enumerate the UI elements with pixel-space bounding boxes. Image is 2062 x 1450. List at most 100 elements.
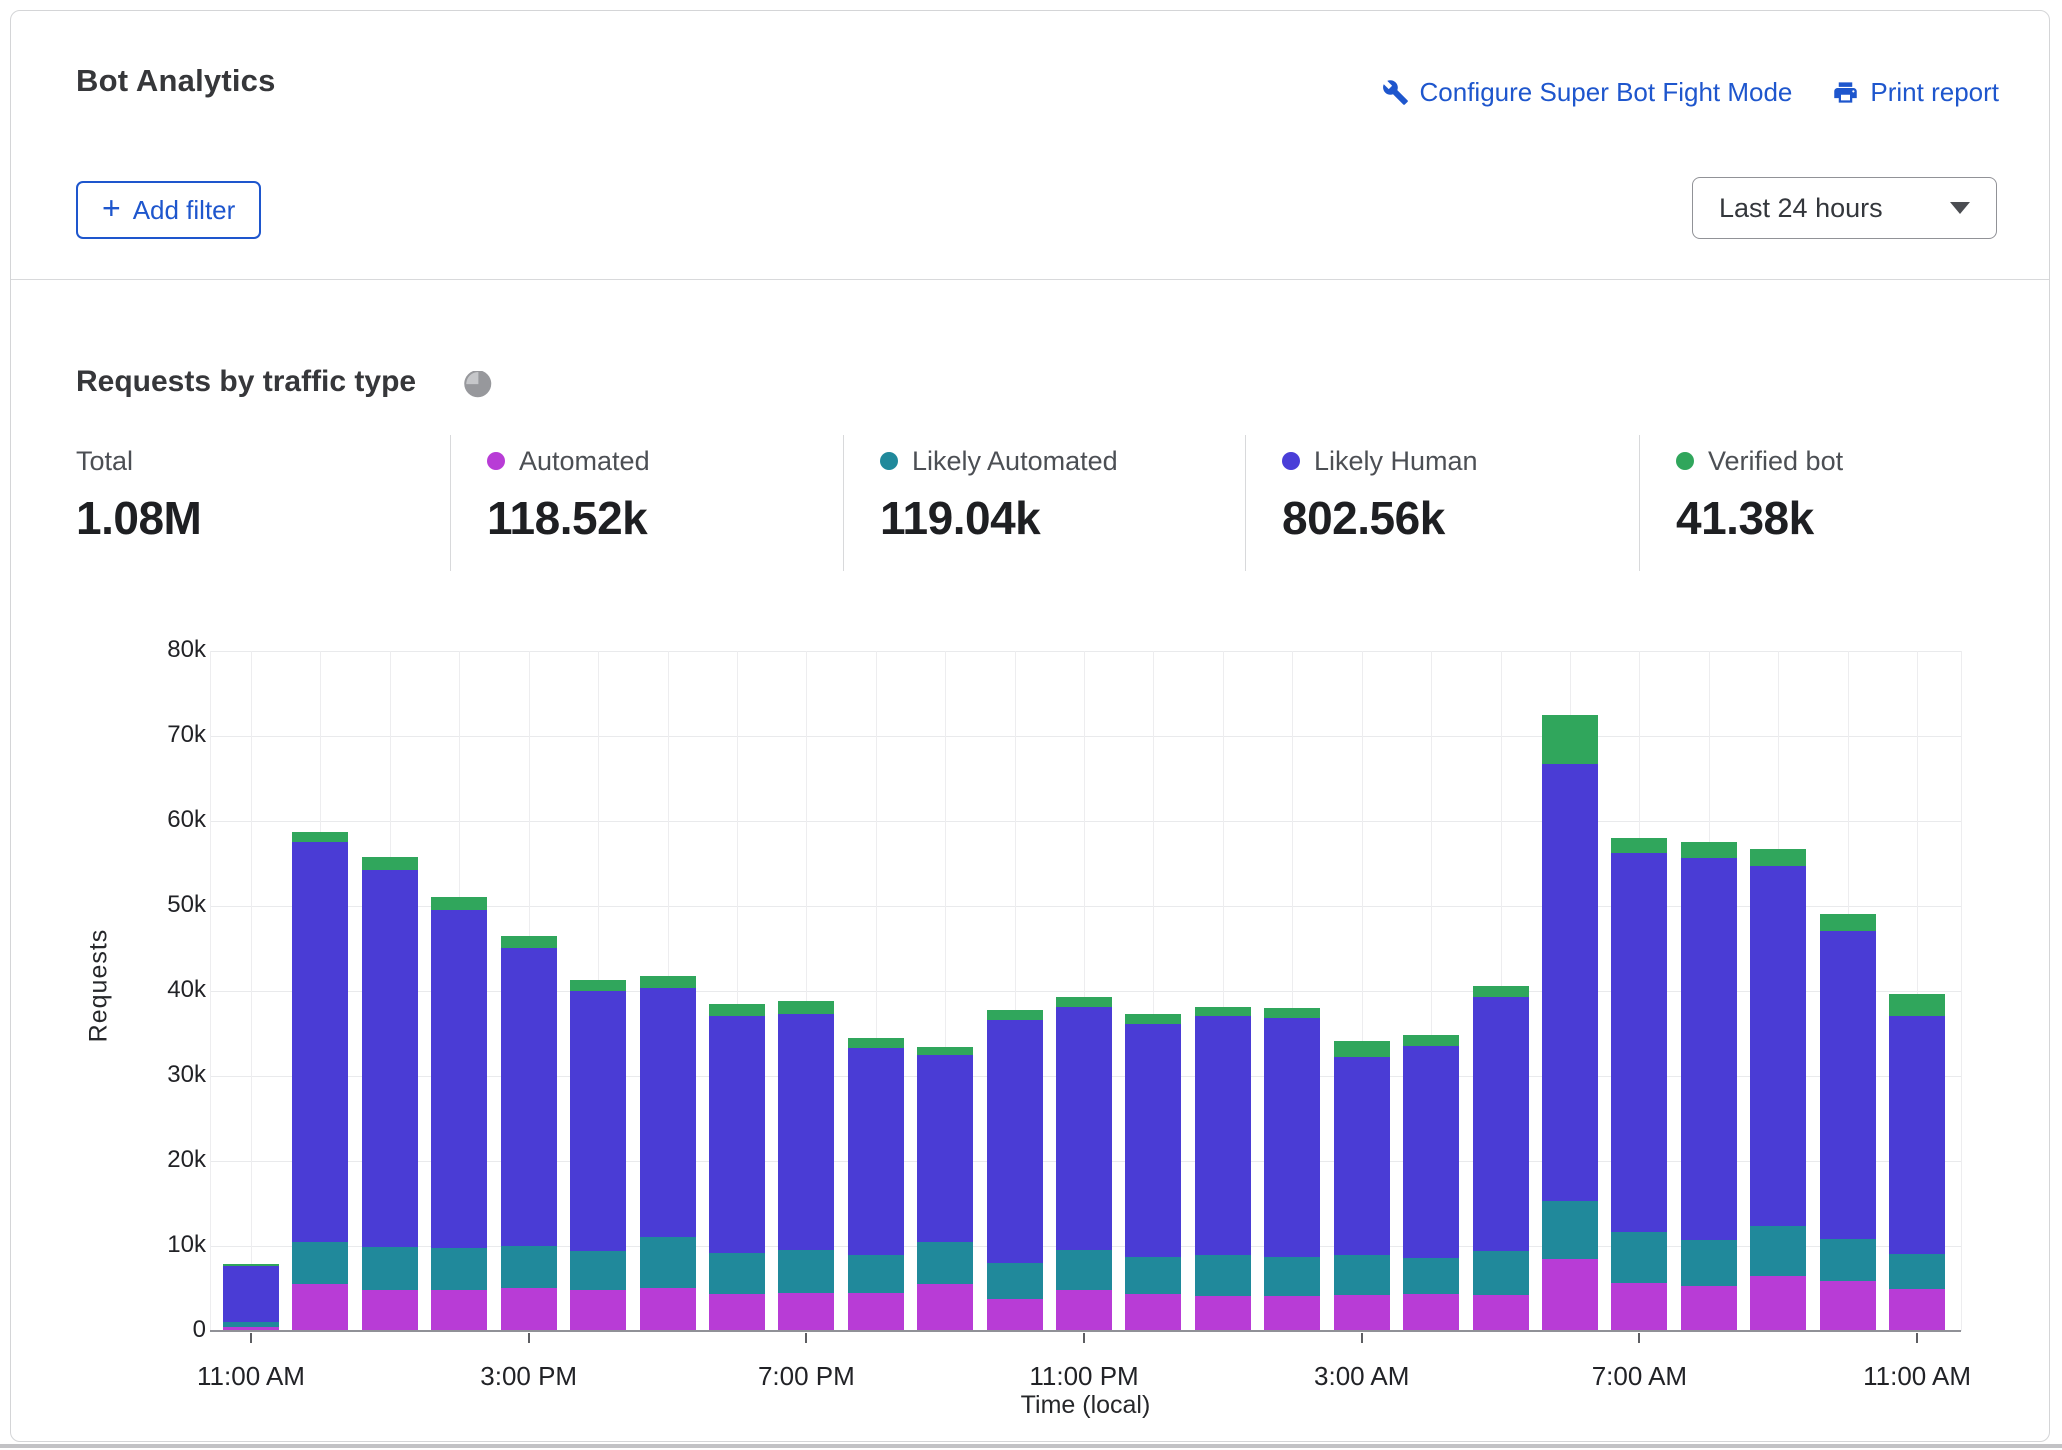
bar-segment-likely-human[interactable] xyxy=(1264,1018,1320,1257)
bar-segment-automated[interactable] xyxy=(1889,1289,1945,1330)
bar-segment-likely-automated[interactable] xyxy=(640,1237,696,1287)
bar-segment-likely-automated[interactable] xyxy=(1334,1255,1390,1295)
stacked-bar[interactable] xyxy=(778,1001,834,1330)
bar-segment-likely-human[interactable] xyxy=(1889,1016,1945,1254)
bar-segment-verified-bot[interactable] xyxy=(917,1047,973,1056)
bar-segment-likely-automated[interactable] xyxy=(1889,1254,1945,1289)
bar-segment-automated[interactable] xyxy=(1334,1295,1390,1330)
stacked-bar[interactable] xyxy=(292,832,348,1330)
bar-segment-likely-automated[interactable] xyxy=(1195,1255,1251,1295)
bar-segment-automated[interactable] xyxy=(987,1299,1043,1330)
stacked-bar[interactable] xyxy=(223,1264,279,1330)
bar-segment-automated[interactable] xyxy=(848,1293,904,1330)
stat-likely-human[interactable]: Likely Human 802.56k xyxy=(1245,435,1639,571)
bar-segment-likely-human[interactable] xyxy=(709,1016,765,1252)
bar-segment-verified-bot[interactable] xyxy=(987,1010,1043,1020)
bar-segment-likely-human[interactable] xyxy=(1125,1024,1181,1257)
bar-segment-automated[interactable] xyxy=(1403,1294,1459,1330)
bar-segment-automated[interactable] xyxy=(1750,1276,1806,1330)
bar-segment-automated[interactable] xyxy=(1820,1281,1876,1330)
bar-segment-likely-human[interactable] xyxy=(431,910,487,1248)
bar-segment-verified-bot[interactable] xyxy=(848,1038,904,1048)
bar-segment-automated[interactable] xyxy=(917,1284,973,1330)
stacked-bar[interactable] xyxy=(1889,994,1945,1330)
stat-verified-bot[interactable]: Verified bot 41.38k xyxy=(1639,435,2051,571)
stacked-bar[interactable] xyxy=(987,1010,1043,1330)
bar-segment-likely-human[interactable] xyxy=(917,1055,973,1242)
stacked-bar[interactable] xyxy=(917,1047,973,1330)
bar-segment-likely-automated[interactable] xyxy=(362,1247,418,1290)
bar-segment-likely-human[interactable] xyxy=(1750,866,1806,1226)
bar-segment-automated[interactable] xyxy=(501,1288,557,1331)
stat-likely-automated[interactable]: Likely Automated 119.04k xyxy=(843,435,1245,571)
add-filter-button[interactable]: + Add filter xyxy=(76,181,261,239)
bar-segment-automated[interactable] xyxy=(778,1293,834,1330)
bar-segment-verified-bot[interactable] xyxy=(1611,838,1667,853)
stacked-bar[interactable] xyxy=(1403,1035,1459,1330)
configure-super-bot-fight-mode-link[interactable]: Configure Super Bot Fight Mode xyxy=(1382,77,1793,108)
bar-segment-verified-bot[interactable] xyxy=(292,832,348,842)
stacked-bar[interactable] xyxy=(1125,1014,1181,1330)
bar-segment-likely-automated[interactable] xyxy=(778,1250,834,1293)
bar-segment-likely-automated[interactable] xyxy=(1403,1258,1459,1295)
bar-segment-likely-automated[interactable] xyxy=(1820,1239,1876,1281)
bar-segment-automated[interactable] xyxy=(1681,1286,1737,1330)
bar-segment-likely-human[interactable] xyxy=(1820,931,1876,1239)
bar-segment-automated[interactable] xyxy=(223,1327,279,1330)
bar-segment-automated[interactable] xyxy=(431,1290,487,1330)
bar-segment-likely-human[interactable] xyxy=(1681,858,1737,1240)
bar-segment-verified-bot[interactable] xyxy=(1334,1041,1390,1057)
bar-segment-likely-human[interactable] xyxy=(292,842,348,1242)
bar-segment-likely-human[interactable] xyxy=(501,948,557,1246)
bar-segment-likely-human[interactable] xyxy=(1056,1007,1112,1249)
bar-segment-automated[interactable] xyxy=(1264,1296,1320,1330)
bar-segment-likely-automated[interactable] xyxy=(501,1246,557,1288)
bar-segment-verified-bot[interactable] xyxy=(570,980,626,991)
bar-segment-verified-bot[interactable] xyxy=(1681,842,1737,858)
bar-segment-likely-automated[interactable] xyxy=(292,1242,348,1284)
bar-segment-verified-bot[interactable] xyxy=(1125,1014,1181,1024)
bar-segment-likely-automated[interactable] xyxy=(1056,1250,1112,1290)
bar-segment-automated[interactable] xyxy=(709,1294,765,1330)
bar-segment-verified-bot[interactable] xyxy=(640,976,696,989)
stacked-bar[interactable] xyxy=(1334,1041,1390,1330)
stacked-bar[interactable] xyxy=(1056,997,1112,1330)
bar-segment-likely-human[interactable] xyxy=(223,1266,279,1322)
bar-segment-verified-bot[interactable] xyxy=(1403,1035,1459,1046)
bar-segment-likely-automated[interactable] xyxy=(570,1251,626,1290)
bar-segment-likely-automated[interactable] xyxy=(1750,1226,1806,1276)
bar-segment-likely-automated[interactable] xyxy=(917,1242,973,1284)
bar-segment-verified-bot[interactable] xyxy=(362,857,418,871)
bar-segment-verified-bot[interactable] xyxy=(709,1004,765,1017)
bar-segment-likely-human[interactable] xyxy=(362,870,418,1247)
stacked-bar[interactable] xyxy=(1195,1007,1251,1330)
bar-segment-likely-human[interactable] xyxy=(570,991,626,1251)
bar-segment-automated[interactable] xyxy=(1195,1296,1251,1330)
bar-segment-likely-human[interactable] xyxy=(987,1020,1043,1263)
bar-segment-verified-bot[interactable] xyxy=(778,1001,834,1014)
stacked-bar[interactable] xyxy=(501,936,557,1330)
bar-segment-likely-automated[interactable] xyxy=(1611,1232,1667,1283)
print-report-link[interactable]: Print report xyxy=(1832,77,1999,108)
bar-segment-automated[interactable] xyxy=(1473,1295,1529,1330)
stacked-bar[interactable] xyxy=(1750,849,1806,1330)
bar-segment-verified-bot[interactable] xyxy=(1820,914,1876,932)
bar-segment-verified-bot[interactable] xyxy=(1473,986,1529,997)
stacked-bar[interactable] xyxy=(1473,986,1529,1330)
bar-segment-automated[interactable] xyxy=(292,1284,348,1330)
bar-segment-automated[interactable] xyxy=(1611,1283,1667,1330)
bar-segment-likely-human[interactable] xyxy=(1403,1046,1459,1258)
bar-segment-likely-human[interactable] xyxy=(640,988,696,1237)
stacked-bar[interactable] xyxy=(848,1038,904,1330)
bar-segment-likely-automated[interactable] xyxy=(1473,1251,1529,1295)
bar-segment-likely-automated[interactable] xyxy=(709,1253,765,1295)
bar-segment-likely-human[interactable] xyxy=(1473,997,1529,1251)
bar-segment-likely-automated[interactable] xyxy=(1125,1257,1181,1294)
stacked-bar[interactable] xyxy=(709,1004,765,1330)
bar-segment-automated[interactable] xyxy=(1125,1294,1181,1330)
bar-segment-likely-automated[interactable] xyxy=(1264,1257,1320,1296)
bar-segment-likely-human[interactable] xyxy=(1611,853,1667,1232)
stacked-bar[interactable] xyxy=(1542,715,1598,1330)
bar-segment-likely-automated[interactable] xyxy=(1681,1240,1737,1286)
bar-segment-verified-bot[interactable] xyxy=(1264,1008,1320,1018)
